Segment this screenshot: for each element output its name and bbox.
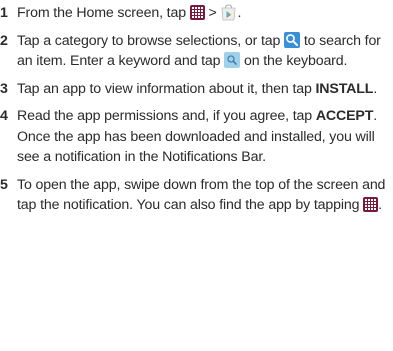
step-2: 2 Tap a category to browse selections, o… [0,31,393,72]
step-text: Read the app permissions and, if you agr… [17,108,316,124]
apps-grid-icon [363,197,379,212]
step-text: From the Home screen, tap [17,5,186,21]
instruction-steps: 1 From the Home screen, tap > . 2 Tap a … [0,3,393,223]
step-text: . [373,80,378,97]
accept-label: ACCEPT [315,108,374,124]
step-number: 3 [0,80,8,97]
step-text: Tap a category to browse selections, or … [17,32,281,49]
step-number: 4 [0,108,8,124]
step-text: on the keyboard. [240,53,348,69]
step-text: . [378,197,382,213]
step-4: 4 Read the app permissions and, if you a… [0,106,393,168]
step-text: > [204,5,221,21]
step-number: 2 [0,32,8,49]
step-5: 5 To open the app, swipe down from the t… [0,175,393,216]
step-text: To open the app, swipe down from the top… [17,176,386,214]
step-text: . [237,5,242,21]
step-text: Tap an app to view information about it,… [17,80,316,97]
step-3: 3 Tap an app to view information about i… [0,79,393,100]
step-number: 1 [0,5,8,21]
apps-grid-icon [189,5,205,20]
step-1: 1 From the Home screen, tap > . [0,3,393,24]
play-store-icon [220,4,237,21]
search-icon [284,31,301,48]
step-number: 5 [0,176,8,193]
keyboard-search-icon [224,52,241,68]
install-label: INSTALL [315,80,374,97]
